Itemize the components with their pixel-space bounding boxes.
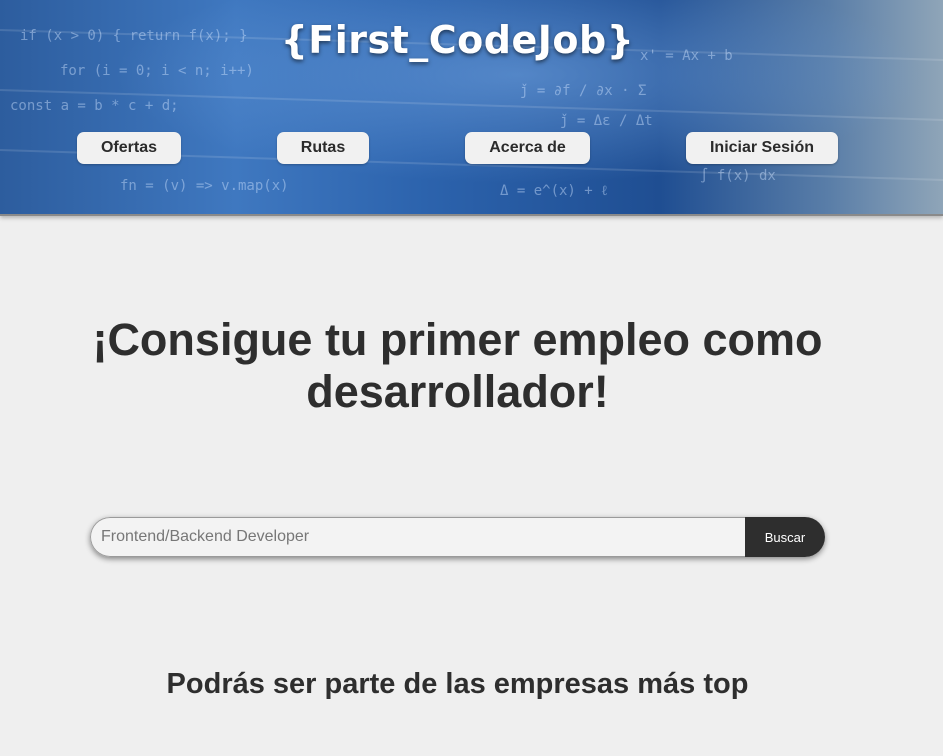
- search-button[interactable]: Buscar: [745, 517, 825, 557]
- svg-text:ǰ = Δε / Δt: ǰ = Δε / Δt: [560, 113, 653, 129]
- svg-text:const a = b * c + d;: const a = b * c + d;: [10, 98, 179, 114]
- search-bar: Buscar: [90, 517, 825, 557]
- search-input[interactable]: [90, 517, 745, 557]
- nav-ofertas-button[interactable]: Ofertas: [77, 132, 181, 164]
- nav-rutas-button[interactable]: Rutas: [277, 132, 369, 164]
- svg-text:∫ f(x) dx: ∫ f(x) dx: [700, 167, 776, 184]
- nav-acerca-button[interactable]: Acerca de: [465, 132, 590, 164]
- site-logo[interactable]: {First_CodeJob}: [0, 18, 915, 62]
- svg-text:fn = (v) => v.map(x): fn = (v) => v.map(x): [120, 178, 289, 194]
- login-button[interactable]: Iniciar Sesión: [686, 132, 838, 164]
- hero-title: ¡Consigue tu primer empleo como desarrol…: [92, 314, 823, 417]
- companies-title: Podrás ser parte de las empresas más top: [166, 668, 749, 700]
- svg-text:ǰ = ∂f / ∂x · Σ: ǰ = ∂f / ∂x · Σ: [520, 83, 646, 99]
- svg-text:Δ = e^(x) + ℓ: Δ = e^(x) + ℓ: [500, 183, 608, 199]
- svg-text:for (i = 0; i < n; i++): for (i = 0; i < n; i++): [60, 63, 254, 79]
- site-header: if (x > 0) { return f(x); } for (i = 0; …: [0, 0, 943, 216]
